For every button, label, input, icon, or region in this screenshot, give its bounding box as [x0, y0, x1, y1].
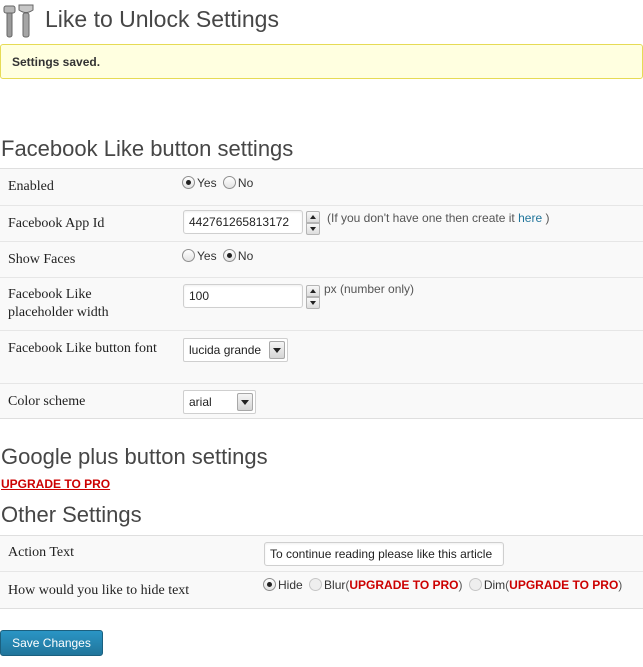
- hide-radio[interactable]: [263, 578, 276, 591]
- app-id-help-prefix: (If you don't have one then create it: [327, 211, 515, 225]
- enabled-no-label: No: [237, 176, 254, 190]
- color-scheme-value: arial: [189, 395, 212, 409]
- google-section-heading: Google plus button settings: [1, 444, 268, 469]
- enabled-no-radio[interactable]: [222, 176, 236, 189]
- show-faces-radio-group: Yes No: [182, 249, 256, 263]
- google-upgrade-link[interactable]: UPGRADE TO PRO: [1, 477, 110, 491]
- placeholder-width-label: Facebook Like placeholder width: [8, 287, 109, 320]
- app-id-help-suffix: ): [545, 211, 550, 225]
- row-action-text: Action Text To continue reading please l…: [0, 536, 643, 572]
- facebook-settings-table: Enabled Yes No Facebook App Id 442761265…: [0, 168, 643, 419]
- placeholder-width-spinner[interactable]: [306, 285, 320, 309]
- other-settings-table: Action Text To continue reading please l…: [0, 535, 643, 609]
- row-show-faces: Show Faces Yes No: [0, 242, 643, 278]
- enabled-radio-group: Yes No: [182, 176, 256, 190]
- app-id-label: Facebook App Id: [8, 216, 105, 231]
- color-scheme-select[interactable]: arial: [183, 390, 256, 414]
- create-app-link[interactable]: here: [518, 211, 542, 225]
- show-faces-no-radio[interactable]: [222, 249, 236, 262]
- app-id-input[interactable]: 442761265813172: [183, 210, 303, 234]
- show-faces-yes-radio[interactable]: [182, 249, 195, 262]
- page-title: Like to Unlock Settings: [45, 6, 279, 32]
- save-changes-button[interactable]: Save Changes: [0, 630, 103, 656]
- dim-label: Dim: [483, 578, 506, 592]
- app-id-decrement-button[interactable]: [306, 223, 320, 235]
- row-enabled: Enabled Yes No: [0, 169, 643, 206]
- show-faces-yes-label: Yes: [197, 249, 217, 263]
- action-text-label: Action Text: [8, 545, 75, 560]
- row-color-scheme: Color scheme arial: [0, 384, 643, 418]
- dim-radio[interactable]: [468, 578, 482, 591]
- placeholder-width-input[interactable]: 100: [183, 284, 303, 308]
- settings-saved-notice: Settings saved.: [0, 44, 643, 79]
- chevron-down-icon: [269, 341, 285, 359]
- tools-icon: [3, 4, 34, 38]
- blur-upgrade-link[interactable]: UPGRADE TO PRO: [349, 578, 458, 592]
- dim-upgrade-link[interactable]: UPGRADE TO PRO: [509, 578, 618, 592]
- button-font-select[interactable]: lucida grande: [183, 338, 288, 362]
- width-increment-button[interactable]: [306, 285, 320, 297]
- notice-text: Settings saved.: [12, 55, 101, 69]
- dim-close-paren: ): [618, 578, 623, 592]
- row-button-font: Facebook Like button font lucida grande: [0, 331, 643, 384]
- blur-label: Blur: [324, 578, 346, 592]
- other-section-heading: Other Settings: [1, 502, 142, 527]
- row-placeholder-width: Facebook Like placeholder width 100 px (…: [0, 278, 643, 331]
- placeholder-width-help: px (number only): [324, 282, 415, 296]
- button-font-value: lucida grande: [189, 343, 262, 357]
- show-faces-label: Show Faces: [8, 252, 76, 267]
- show-faces-no-label: No: [237, 249, 254, 263]
- enabled-yes-label: Yes: [197, 176, 217, 190]
- app-id-spinner[interactable]: [306, 211, 320, 235]
- action-text-input[interactable]: To continue reading please like this art…: [264, 542, 504, 566]
- blur-radio[interactable]: [309, 578, 323, 591]
- hide-text-radio-group: Hide Blur(UPGRADE TO PRO) Dim(UPGRADE TO…: [263, 578, 622, 592]
- row-app-id: Facebook App Id 442761265813172 (If you …: [0, 206, 643, 242]
- app-id-increment-button[interactable]: [306, 211, 320, 223]
- app-id-help: (If you don't have one then create it he…: [327, 211, 549, 225]
- chevron-down-icon: [237, 393, 253, 411]
- blur-close-paren: ): [458, 578, 463, 592]
- button-font-label: Facebook Like button font: [8, 341, 157, 356]
- enabled-label: Enabled: [8, 179, 54, 194]
- hide-label: Hide: [278, 578, 303, 592]
- enabled-yes-radio[interactable]: [182, 176, 195, 189]
- width-decrement-button[interactable]: [306, 297, 320, 309]
- hide-text-label: How would you like to hide text: [8, 583, 190, 598]
- facebook-section-heading: Facebook Like button settings: [1, 136, 294, 161]
- color-scheme-label: Color scheme: [8, 394, 86, 409]
- row-hide-text: How would you like to hide text Hide Blu…: [0, 572, 643, 608]
- page-header: Like to Unlock Settings: [0, 0, 643, 42]
